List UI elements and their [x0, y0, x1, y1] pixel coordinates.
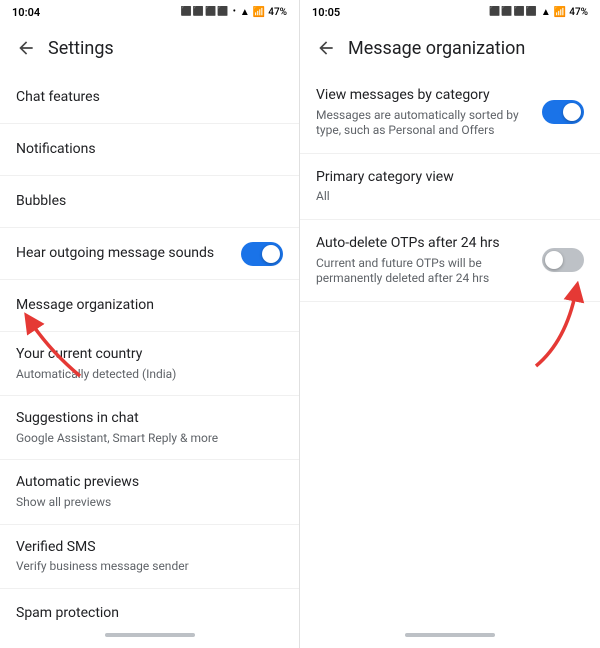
setting-auto-delete-otps[interactable]: Auto-delete OTPs after 24 hrs Current an… — [300, 220, 600, 302]
setting-auto-previews[interactable]: Automatic previews Show all previews — [0, 460, 299, 524]
right-signal-icon: ▲ — [541, 7, 551, 18]
notification-icons: ⬛⬛⬛⬛ • — [181, 7, 237, 17]
setting-verified-sms[interactable]: Verified SMS Verify business message sen… — [0, 525, 299, 589]
right-header: Message organization — [300, 24, 600, 72]
right-back-button[interactable] — [308, 30, 344, 66]
red-arrow-right — [516, 281, 596, 371]
right-time: 10:05 — [312, 6, 340, 19]
setting-primary-category-view[interactable]: Primary category view All — [300, 154, 600, 220]
right-notification-icons: ⬛⬛⬛⬛ — [489, 7, 538, 17]
back-arrow-icon — [16, 38, 36, 58]
left-header-title: Settings — [48, 38, 114, 59]
view-by-category-toggle[interactable] — [542, 100, 584, 124]
right-panel: 10:05 ⬛⬛⬛⬛ ▲ 📶 47% Message organization … — [300, 0, 600, 648]
left-bottom-pill — [105, 633, 195, 637]
left-panel: 10:04 ⬛⬛⬛⬛ • ▲ 📶 47% Settings Chat featu… — [0, 0, 300, 648]
setting-hear-sounds[interactable]: Hear outgoing message sounds — [0, 228, 299, 280]
right-battery-icon: 47% — [569, 7, 588, 18]
left-header: Settings — [0, 24, 299, 72]
left-back-button[interactable] — [8, 30, 44, 66]
left-settings-list: Chat features Notifications Bubbles Hear… — [0, 72, 299, 628]
wifi-icon: 📶 — [253, 7, 265, 18]
right-bottom-pill — [405, 633, 495, 637]
setting-view-by-category[interactable]: View messages by category Messages are a… — [300, 72, 600, 154]
setting-suggestions-chat[interactable]: Suggestions in chat Google Assistant, Sm… — [0, 396, 299, 460]
right-back-arrow-icon — [316, 38, 336, 58]
setting-notifications[interactable]: Notifications — [0, 124, 299, 176]
right-wifi-icon: 📶 — [554, 7, 566, 18]
right-status-bar: 10:05 ⬛⬛⬛⬛ ▲ 📶 47% — [300, 0, 600, 24]
signal-icon: ▲ — [240, 7, 250, 18]
hear-sounds-toggle[interactable] — [241, 242, 283, 266]
right-bottom-bar — [300, 628, 600, 648]
left-status-icons: ⬛⬛⬛⬛ • ▲ 📶 47% — [181, 7, 287, 18]
setting-spam-protection[interactable]: Spam protection — [0, 589, 299, 628]
auto-delete-otps-toggle[interactable] — [542, 248, 584, 272]
right-header-title: Message organization — [348, 38, 525, 59]
left-status-bar: 10:04 ⬛⬛⬛⬛ • ▲ 📶 47% — [0, 0, 299, 24]
right-status-icons: ⬛⬛⬛⬛ ▲ 📶 47% — [489, 7, 588, 18]
setting-current-country[interactable]: Your current country Automatically detec… — [0, 332, 299, 396]
left-time: 10:04 — [12, 6, 40, 19]
battery-icon: 47% — [268, 7, 287, 18]
setting-message-org[interactable]: Message organization — [0, 280, 299, 332]
setting-chat-features[interactable]: Chat features — [0, 72, 299, 124]
left-bottom-bar — [0, 628, 299, 648]
right-settings-list: View messages by category Messages are a… — [300, 72, 600, 628]
setting-bubbles[interactable]: Bubbles — [0, 176, 299, 228]
